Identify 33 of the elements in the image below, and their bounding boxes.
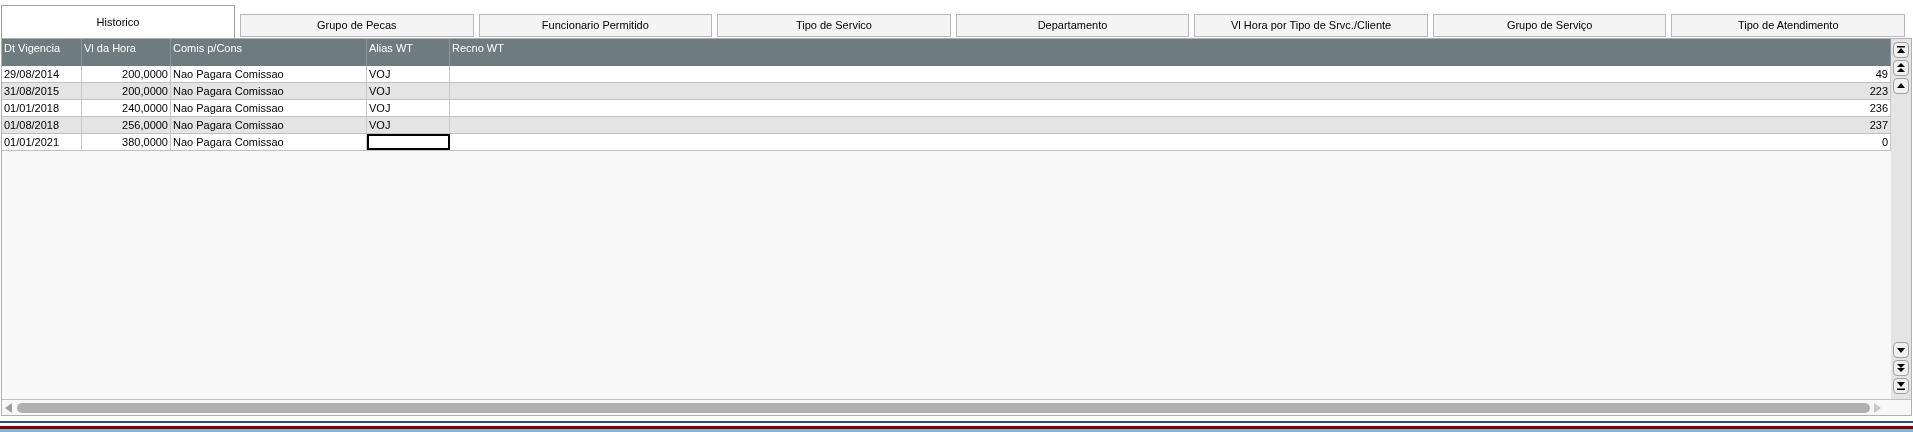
tab[interactable]: Historico bbox=[1, 5, 235, 38]
table-cell: 01/08/2018 bbox=[2, 117, 82, 133]
scroll-up-icon[interactable] bbox=[1893, 78, 1909, 94]
table-cell: 01/01/2021 bbox=[2, 134, 82, 150]
scroll-down-icon[interactable] bbox=[1893, 342, 1909, 358]
tab[interactable]: Grupo de Serviço bbox=[1432, 14, 1667, 37]
horizontal-scrollbar-thumb[interactable] bbox=[17, 402, 1870, 413]
table-cell: Nao Pagara Comissao bbox=[171, 100, 367, 116]
table-cell: 200,0000 bbox=[82, 83, 171, 99]
tab[interactable]: Departamento bbox=[955, 14, 1190, 37]
table-cell: VOJ bbox=[367, 83, 450, 99]
table-cell: 240,0000 bbox=[82, 100, 171, 116]
table-cell: VOJ bbox=[367, 100, 450, 116]
table-cell: 31/08/2015 bbox=[2, 83, 82, 99]
table-cell: 01/01/2018 bbox=[2, 100, 82, 116]
table-cell: Nao Pagara Comissao bbox=[171, 117, 367, 133]
table-cell: VOJ bbox=[367, 117, 450, 133]
page-up-icon[interactable] bbox=[1893, 60, 1909, 76]
table-cell: 380,0000 bbox=[82, 134, 171, 150]
page-down-icon[interactable] bbox=[1893, 360, 1909, 376]
tab[interactable]: Grupo de Pecas bbox=[240, 14, 474, 37]
scroll-bottom-icon[interactable] bbox=[1893, 378, 1909, 394]
tab[interactable]: Funcionario Permitido bbox=[478, 14, 713, 37]
table-cell: 200,0000 bbox=[82, 66, 171, 82]
tab[interactable]: Vl Hora por Tipo de Srvc./Cliente bbox=[1194, 14, 1428, 37]
table-cell: Nao Pagara Comissao bbox=[171, 83, 367, 99]
table-cell: VOJ bbox=[367, 66, 450, 82]
table-cell: Nao Pagara Comissao bbox=[171, 66, 367, 82]
scroll-top-icon[interactable] bbox=[1893, 42, 1909, 58]
table-cell: 29/08/2014 bbox=[2, 66, 82, 82]
tab[interactable]: Tipo de Servico bbox=[717, 14, 951, 37]
tab[interactable]: Tipo de Atendimento bbox=[1671, 14, 1906, 37]
table-cell: 256,0000 bbox=[82, 117, 171, 133]
